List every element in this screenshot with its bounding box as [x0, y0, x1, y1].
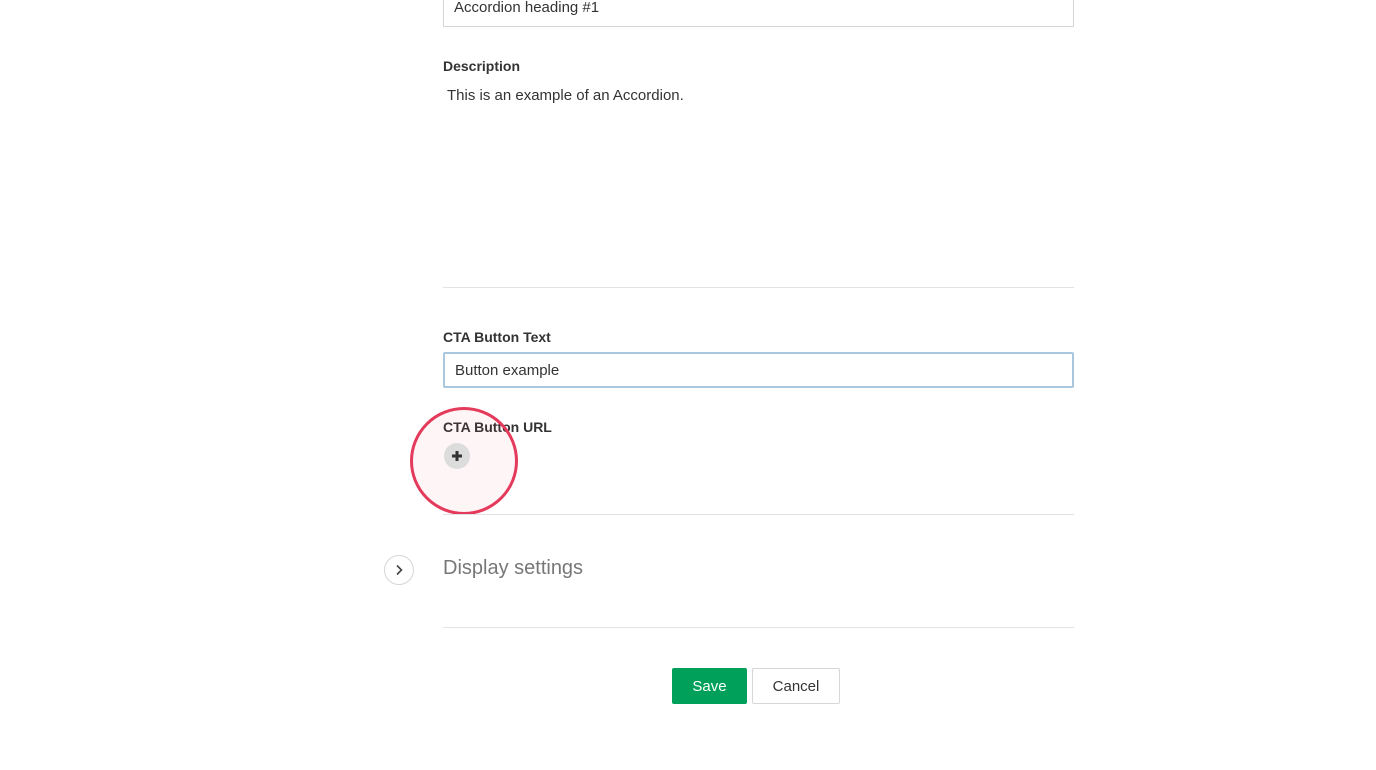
accordion-heading-input[interactable]: Accordion heading #1 [443, 0, 1074, 27]
accordion-heading-value: Accordion heading #1 [454, 0, 600, 16]
cancel-button[interactable]: Cancel [752, 668, 840, 704]
chevron-right-icon [396, 564, 403, 576]
plus-icon [452, 451, 462, 461]
section-divider-1 [443, 287, 1074, 288]
display-settings-heading[interactable]: Display settings [443, 557, 583, 580]
description-editor[interactable]: This is an example of an Accordion. [443, 84, 1074, 264]
add-url-button[interactable] [444, 443, 470, 469]
display-settings-toggle[interactable] [384, 555, 414, 585]
cta-button-text-label: CTA Button Text [443, 329, 551, 345]
description-label: Description [443, 58, 521, 74]
description-text: This is an example of an Accordion. [447, 87, 684, 104]
section-divider-2 [443, 514, 1074, 515]
cta-button-text-value: Button example [455, 361, 560, 379]
save-button[interactable]: Save [672, 668, 747, 704]
section-divider-3 [443, 627, 1074, 628]
cta-button-text-input[interactable]: Button example [443, 352, 1074, 388]
